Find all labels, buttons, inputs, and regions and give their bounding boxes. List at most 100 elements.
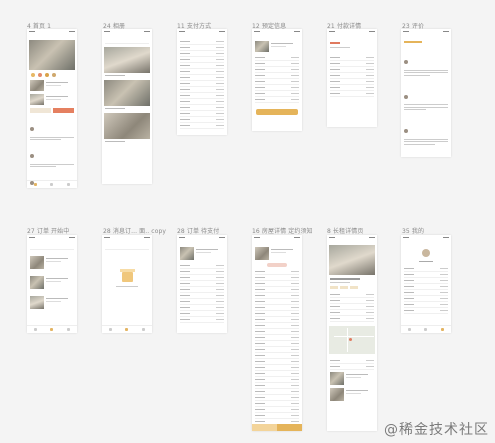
screen-house-terms[interactable] (252, 235, 302, 431)
screen-reviews[interactable] (401, 29, 451, 157)
tab-bar[interactable] (401, 325, 451, 333)
avatar-icon (30, 127, 34, 131)
house-summary (255, 247, 299, 261)
map-pin-icon (349, 337, 352, 341)
screen-label: 28 消息订... 面.. copy (103, 228, 167, 235)
avatar-icon[interactable] (422, 249, 430, 257)
status-badge (267, 263, 287, 267)
tab-home-icon[interactable] (33, 183, 37, 186)
detail-row (330, 91, 374, 97)
tab-user-icon[interactable] (441, 328, 445, 331)
order-tabs[interactable] (30, 245, 74, 250)
review-item (30, 116, 74, 140)
nav-title (401, 33, 451, 39)
tab-user-icon[interactable] (142, 328, 146, 331)
photo-caption (105, 141, 125, 142)
category-icon[interactable] (45, 73, 49, 77)
category-icon[interactable] (31, 73, 35, 77)
house-summary (255, 41, 299, 53)
review-item (30, 143, 74, 167)
tab-bar[interactable] (102, 325, 152, 333)
review-item (404, 49, 448, 76)
hero-image[interactable] (29, 40, 75, 70)
user-name (419, 261, 433, 262)
payment-option[interactable] (180, 123, 224, 129)
nav-title (177, 239, 227, 245)
tab-bar[interactable] (27, 180, 77, 188)
order-tabs[interactable] (105, 245, 149, 250)
list-item[interactable] (30, 94, 74, 106)
review-item (404, 118, 448, 145)
tab-home-icon[interactable] (108, 328, 112, 331)
info-row (330, 316, 374, 322)
screen-label: 28 订单 待支付 (177, 228, 220, 235)
order-item[interactable] (30, 256, 74, 270)
nav-title (27, 33, 77, 39)
screen-booking-info[interactable] (252, 29, 302, 131)
info-row (330, 364, 374, 370)
screen-orders-empty[interactable] (102, 235, 152, 333)
detail-row (180, 317, 224, 323)
tab-order-icon[interactable] (424, 328, 428, 331)
tab-user-icon[interactable] (67, 183, 71, 186)
screen-label: 27 订单 开始中 (27, 228, 70, 235)
artboard-canvas: 4 首页 1 24 相册 11 支付方式 12 预定信息 21 付款详情 23 … (0, 0, 495, 443)
watermark: @稀金技术社区 (384, 422, 489, 438)
screen-label: 16 房屋详情 定约须知 (252, 228, 313, 235)
category-icon[interactable] (38, 73, 42, 77)
list-item[interactable] (330, 387, 374, 402)
list-item[interactable] (330, 371, 374, 386)
banner-row[interactable] (30, 108, 74, 113)
screen-profile[interactable] (401, 235, 451, 333)
screen-home[interactable] (27, 29, 77, 188)
screen-payment-method[interactable] (177, 29, 227, 135)
nav-title (327, 33, 377, 39)
nav-title (401, 239, 451, 245)
avatar-icon (404, 94, 408, 99)
screen-album[interactable] (102, 29, 152, 184)
order-item[interactable] (30, 276, 74, 290)
tab-order-icon[interactable] (50, 183, 54, 186)
screen-order-pending[interactable] (177, 235, 227, 333)
screen-orders-active[interactable] (27, 235, 77, 333)
album-photo[interactable] (104, 113, 150, 139)
tab-user-icon[interactable] (67, 328, 71, 331)
bottom-action-bar[interactable] (252, 424, 302, 431)
review-item (404, 84, 448, 110)
hero-image[interactable] (329, 245, 375, 275)
category-icons[interactable] (31, 73, 73, 77)
album-photo[interactable] (104, 80, 150, 106)
screen-label: 8 长租详情页 (327, 228, 364, 235)
primary-button[interactable] (277, 424, 302, 431)
review-item (404, 153, 448, 158)
screen-label: 35 我的 (402, 228, 425, 235)
secondary-button[interactable] (252, 424, 277, 431)
submit-button[interactable] (256, 109, 298, 115)
menu-item[interactable] (404, 308, 448, 314)
empty-text (116, 286, 138, 287)
tab-home-icon[interactable] (33, 328, 37, 331)
avatar-icon (404, 60, 408, 64)
tab-order-icon[interactable] (50, 328, 54, 331)
empty-box-icon (119, 269, 135, 282)
tag-row (330, 285, 374, 289)
album-photo[interactable] (104, 47, 150, 73)
info-row[interactable] (255, 97, 299, 103)
map-view[interactable] (329, 325, 375, 354)
avatar-icon (404, 129, 408, 133)
list-item[interactable] (30, 80, 74, 92)
tab-home-icon[interactable] (407, 328, 411, 331)
category-icon[interactable] (52, 73, 56, 77)
nav-title (252, 239, 302, 245)
photo-caption (105, 75, 125, 76)
screen-long-rent-detail[interactable] (327, 235, 377, 431)
house-summary (180, 247, 224, 261)
tab-bar[interactable] (27, 325, 77, 333)
avatar-icon (30, 154, 34, 158)
order-item[interactable] (30, 296, 74, 310)
photo-caption (105, 108, 125, 109)
album-tabs[interactable] (105, 39, 149, 44)
amount-block (330, 42, 374, 52)
tab-order-icon[interactable] (125, 328, 129, 331)
screen-payment-detail[interactable] (327, 29, 377, 127)
